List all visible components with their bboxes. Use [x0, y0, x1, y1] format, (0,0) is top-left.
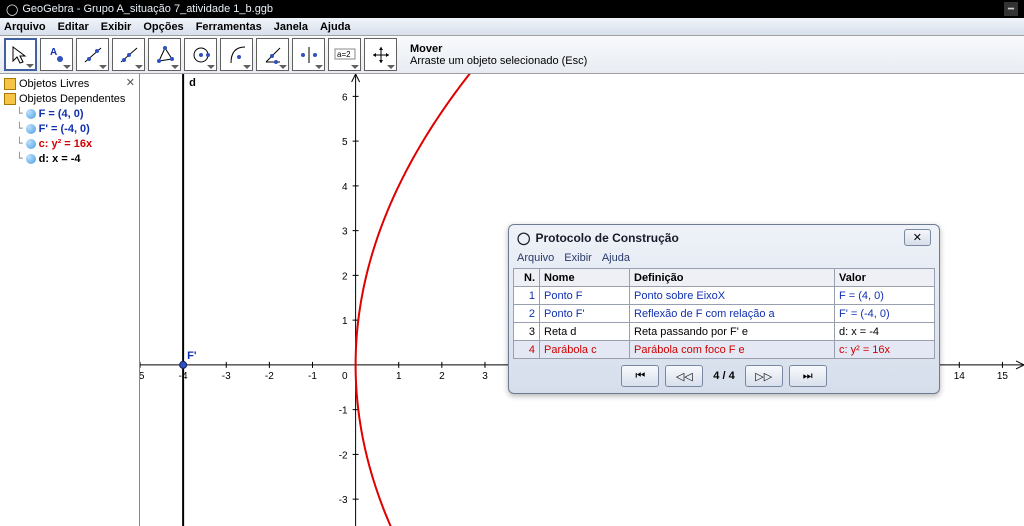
protocol-title: Protocolo de Construção — [535, 231, 678, 245]
tool-hint-title: Mover — [410, 43, 587, 55]
table-row[interactable]: 3Reta dReta passando por F' ed: x = -4 — [514, 323, 935, 341]
window-controls: ━ — [1004, 2, 1018, 16]
svg-text:-3: -3 — [339, 495, 348, 506]
window-title: GeoGebra - Grupo A_situação 7_atividade … — [22, 3, 273, 15]
nav-next-button[interactable]: ▷▷ — [745, 365, 783, 387]
table-row[interactable]: 2Ponto F'Reflexão de F com relação aF' =… — [514, 305, 935, 323]
menu-editar[interactable]: Editar — [58, 21, 89, 33]
object-icon — [26, 154, 36, 164]
col-n[interactable]: N. — [514, 269, 540, 287]
svg-text:-5: -5 — [140, 371, 145, 382]
menu-ajuda[interactable]: Ajuda — [320, 21, 351, 33]
tool-line[interactable] — [76, 38, 109, 71]
tool-segment[interactable] — [112, 38, 145, 71]
col-val[interactable]: Valor — [835, 269, 935, 287]
obj-Fp[interactable]: F' = (-4, 0) — [39, 123, 90, 135]
toolbar: A a=2 Mover Arraste um objeto selecionad… — [0, 36, 1024, 74]
table-row[interactable]: 4Parábola cParábola com foco F ec: y² = … — [514, 341, 935, 359]
svg-text:0: 0 — [342, 371, 348, 382]
col-def[interactable]: Definição — [630, 269, 835, 287]
tree-dep: Objetos Dependentes — [19, 93, 125, 105]
table-row[interactable]: 1Ponto FPonto sobre EixoXF = (4, 0) — [514, 287, 935, 305]
svg-text:1: 1 — [396, 371, 402, 382]
svg-text:3: 3 — [342, 227, 348, 238]
tool-angle[interactable] — [256, 38, 289, 71]
svg-text:F': F' — [187, 350, 197, 362]
svg-text:4: 4 — [342, 182, 348, 193]
menu-arquivo[interactable]: Arquivo — [4, 21, 46, 33]
folder-icon — [4, 78, 16, 90]
pmenu-ajuda[interactable]: Ajuda — [602, 252, 630, 264]
nav-first-button[interactable]: ⏮ — [621, 365, 659, 387]
menu-ferramentas[interactable]: Ferramentas — [196, 21, 262, 33]
tool-slider[interactable]: a=2 — [328, 38, 361, 71]
protocol-close-button[interactable]: ✕ — [904, 229, 931, 246]
svg-text:14: 14 — [954, 371, 966, 382]
col-nome[interactable]: Nome — [540, 269, 630, 287]
nav-position: 4 / 4 — [709, 365, 738, 387]
svg-text:3: 3 — [482, 371, 488, 382]
svg-text:d: d — [189, 77, 196, 89]
construction-protocol-window[interactable]: ◯ Protocolo de Construção ✕ Arquivo Exibi… — [508, 224, 940, 394]
menu-janela[interactable]: Janela — [274, 21, 308, 33]
svg-text:-1: -1 — [339, 406, 348, 417]
algebra-panel: ✕ Objetos Livres Objetos Dependentes └F … — [0, 74, 140, 526]
tool-reflect[interactable] — [292, 38, 325, 71]
protocol-table: N. Nome Definição Valor 1Ponto FPonto so… — [513, 268, 935, 359]
menu-bar: Arquivo Editar Exibir Opções Ferramentas… — [0, 18, 1024, 36]
obj-d[interactable]: d: x = -4 — [39, 153, 81, 165]
app-icon: ◯ — [6, 3, 18, 16]
svg-text:-2: -2 — [265, 371, 274, 382]
pmenu-exibir[interactable]: Exibir — [564, 252, 592, 264]
svg-text:2: 2 — [439, 371, 445, 382]
tool-hint: Mover Arraste um objeto selecionado (Esc… — [410, 43, 587, 67]
menu-opcoes[interactable]: Opções — [143, 21, 183, 33]
svg-text:-3: -3 — [222, 371, 231, 382]
svg-text:a=2: a=2 — [337, 50, 351, 59]
nav-last-button[interactable]: ⏭ — [789, 365, 827, 387]
tool-move[interactable] — [4, 38, 37, 71]
main-area: ✕ Objetos Livres Objetos Dependentes └F … — [0, 74, 1024, 526]
tool-polygon[interactable] — [148, 38, 181, 71]
svg-text:2: 2 — [342, 271, 348, 282]
svg-text:1: 1 — [342, 316, 348, 327]
nav-prev-button[interactable]: ◁◁ — [665, 365, 703, 387]
obj-F[interactable]: F = (4, 0) — [39, 108, 84, 120]
minimize-button[interactable]: ━ — [1004, 2, 1018, 16]
svg-text:-1: -1 — [308, 371, 317, 382]
obj-c[interactable]: c: y² = 16x — [39, 138, 93, 150]
tool-point[interactable]: A — [40, 38, 73, 71]
object-icon — [26, 124, 36, 134]
tool-hint-sub: Arraste um objeto selecionado (Esc) — [410, 55, 587, 67]
gear-icon: ◯ — [517, 231, 530, 245]
title-bar: ◯ GeoGebra - Grupo A_situação 7_atividad… — [0, 0, 1024, 18]
protocol-menubar: Arquivo Exibir Ajuda — [509, 250, 939, 268]
folder-icon — [4, 93, 16, 105]
svg-text:A: A — [50, 47, 57, 58]
tool-circle[interactable] — [184, 38, 217, 71]
object-icon — [26, 139, 36, 149]
tool-movegraph[interactable] — [364, 38, 397, 71]
protocol-nav: ⏮ ◁◁ 4 / 4 ▷▷ ⏭ — [509, 359, 939, 393]
tree-free: Objetos Livres — [19, 78, 89, 90]
menu-exibir[interactable]: Exibir — [101, 21, 132, 33]
svg-text:15: 15 — [997, 371, 1009, 382]
object-icon — [26, 109, 36, 119]
panel-close-icon[interactable]: ✕ — [126, 76, 135, 89]
svg-text:-2: -2 — [339, 450, 348, 461]
svg-text:5: 5 — [342, 137, 348, 148]
tool-conic[interactable] — [220, 38, 253, 71]
pmenu-arquivo[interactable]: Arquivo — [517, 252, 554, 264]
svg-text:6: 6 — [342, 92, 348, 103]
